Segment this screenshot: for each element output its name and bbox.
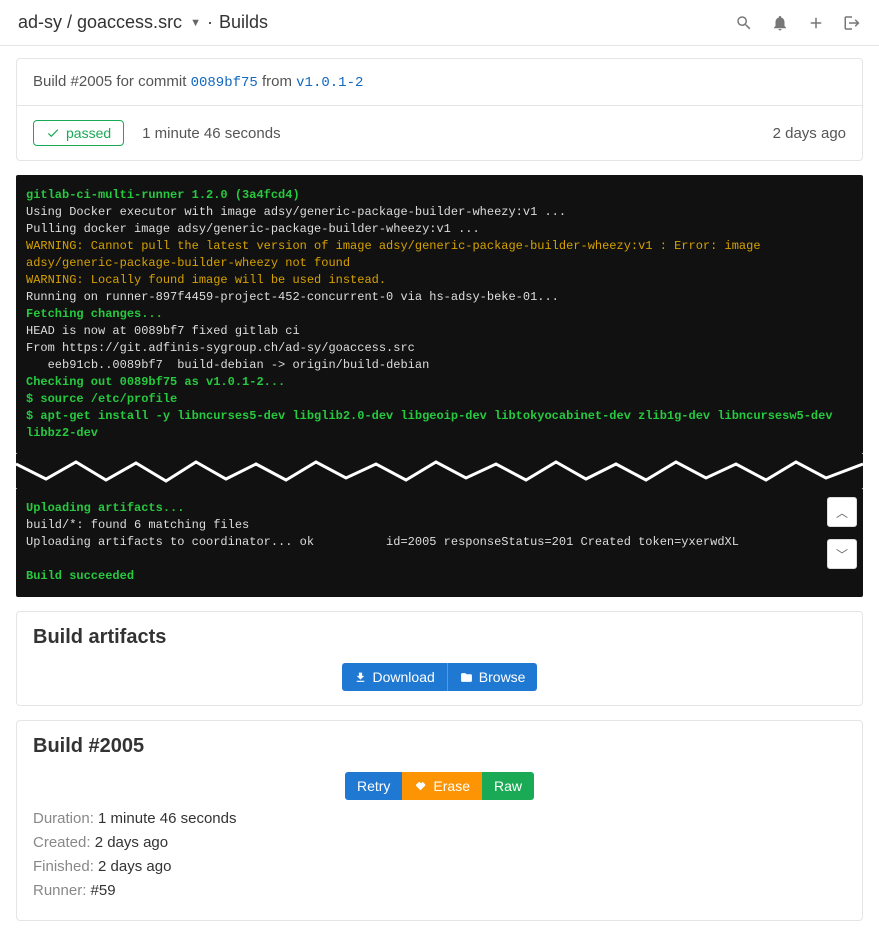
search-icon[interactable] — [735, 14, 753, 32]
download-label: Download — [373, 669, 435, 685]
build-info-prefix: Build # — [33, 735, 100, 757]
status-text: passed — [66, 125, 111, 141]
commit-sha-link[interactable]: 0089bf75 — [191, 75, 258, 91]
created-value: 2 days ago — [95, 834, 168, 851]
log-line: Fetching changes... — [26, 307, 163, 321]
download-icon — [354, 671, 367, 684]
log-line: WARNING: Cannot pull the latest version … — [26, 239, 768, 270]
commit-line: Build #2005 for commit 0089bf75 from v1.… — [17, 59, 862, 105]
log-truncation-indicator — [16, 454, 863, 488]
duration-label: Duration: — [33, 810, 98, 827]
created-label: Created: — [33, 834, 95, 851]
finished-value: 2 days ago — [98, 858, 171, 875]
build-info-panel: Build #2005 Retry Erase Raw Duration: 1 … — [16, 720, 863, 921]
build-summary-panel: Build #2005 for commit 0089bf75 from v1.… — [16, 58, 863, 161]
artifacts-title: Build artifacts — [33, 626, 846, 649]
page-title: Builds — [219, 12, 268, 33]
build-info-title: Build #2005 — [33, 735, 846, 758]
log-line: Pulling docker image adsy/generic-packag… — [26, 222, 480, 236]
log-line: Uploading artifacts... — [26, 501, 184, 515]
scroll-bottom-button[interactable]: ﹀ — [827, 539, 857, 569]
build-log[interactable]: gitlab-ci-multi-runner 1.2.0 (3a4fcd4) U… — [16, 175, 863, 454]
log-line: Running on runner-897f4459-project-452-c… — [26, 290, 559, 304]
breadcrumb: ad-sy / goaccess.src ▼ · Builds — [18, 12, 268, 33]
status-badge[interactable]: passed — [33, 120, 124, 146]
artifacts-actions: Download Browse — [33, 663, 846, 691]
artifacts-panel: Build artifacts Download Browse — [16, 611, 863, 706]
log-line: gitlab-ci-multi-runner 1.2.0 (3a4fcd4) — [26, 188, 300, 202]
scroll-controls: ︿ ﹀ — [827, 497, 857, 569]
status-row: passed 1 minute 46 seconds 2 days ago — [17, 105, 862, 160]
plus-icon[interactable] — [807, 14, 825, 32]
browse-button[interactable]: Browse — [447, 663, 538, 691]
erase-button[interactable]: Erase — [402, 772, 482, 800]
ref-link[interactable]: v1.0.1-2 — [296, 75, 363, 91]
finished-label: Finished: — [33, 858, 98, 875]
log-line: Checking out 0089bf75 as v1.0.1-2... — [26, 375, 285, 389]
bell-icon[interactable] — [771, 14, 789, 32]
terminal-container: gitlab-ci-multi-runner 1.2.0 (3a4fcd4) U… — [16, 175, 863, 597]
build-meta: Duration: 1 minute 46 seconds Created: 2… — [33, 810, 846, 899]
retry-button[interactable]: Retry — [345, 772, 402, 800]
log-line: Uploading artifacts to coordinator... ok… — [26, 535, 739, 549]
artifacts-section: Build artifacts Download Browse — [17, 612, 862, 705]
build-log-bottom[interactable]: Uploading artifacts... build/*: found 6 … — [16, 488, 863, 597]
header-actions — [735, 14, 861, 32]
log-line: Using Docker executor with image adsy/ge… — [26, 205, 566, 219]
build-info-number: 2005 — [100, 735, 145, 757]
app-header: ad-sy / goaccess.src ▼ · Builds — [0, 0, 879, 46]
duration-value: 1 minute 46 seconds — [98, 810, 236, 827]
runner-value: #59 — [91, 882, 116, 899]
log-line: From https://git.adfinis-sygroup.ch/ad-s… — [26, 341, 415, 355]
eraser-icon — [414, 780, 427, 793]
log-line: $ apt-get install -y libncurses5-dev lib… — [26, 409, 840, 440]
log-line: build/*: found 6 matching files — [26, 518, 249, 532]
log-line: eeb91cb..0089bf7 build-debian -> origin/… — [26, 358, 429, 372]
for-commit: for commit — [112, 73, 190, 90]
logout-icon[interactable] — [843, 14, 861, 32]
build-prefix: Build # — [33, 73, 79, 90]
from-label: from — [258, 73, 296, 90]
raw-label: Raw — [494, 778, 522, 794]
build-info-section: Build #2005 Retry Erase Raw Duration: 1 … — [17, 721, 862, 920]
runner-label: Runner: — [33, 882, 91, 899]
raw-button[interactable]: Raw — [482, 772, 534, 800]
log-line: HEAD is now at 0089bf7 fixed gitlab ci — [26, 324, 300, 338]
scroll-top-button[interactable]: ︿ — [827, 497, 857, 527]
folder-icon — [460, 671, 473, 684]
time-ago: 2 days ago — [773, 125, 846, 142]
log-line: Build succeeded — [26, 569, 134, 583]
project-path[interactable]: ad-sy / goaccess.src — [18, 12, 182, 33]
duration-text: 1 minute 46 seconds — [142, 125, 280, 142]
retry-label: Retry — [357, 778, 390, 794]
download-button[interactable]: Download — [342, 663, 447, 691]
separator: · — [207, 12, 213, 33]
browse-label: Browse — [479, 669, 526, 685]
log-line: $ source /etc/profile — [26, 392, 177, 406]
chevron-down-icon[interactable]: ▼ — [190, 17, 201, 29]
erase-label: Erase — [433, 778, 470, 794]
build-actions: Retry Erase Raw — [33, 772, 846, 800]
log-line: WARNING: Locally found image will be use… — [26, 273, 386, 287]
check-icon — [46, 126, 60, 140]
build-number: 2005 — [79, 73, 112, 90]
